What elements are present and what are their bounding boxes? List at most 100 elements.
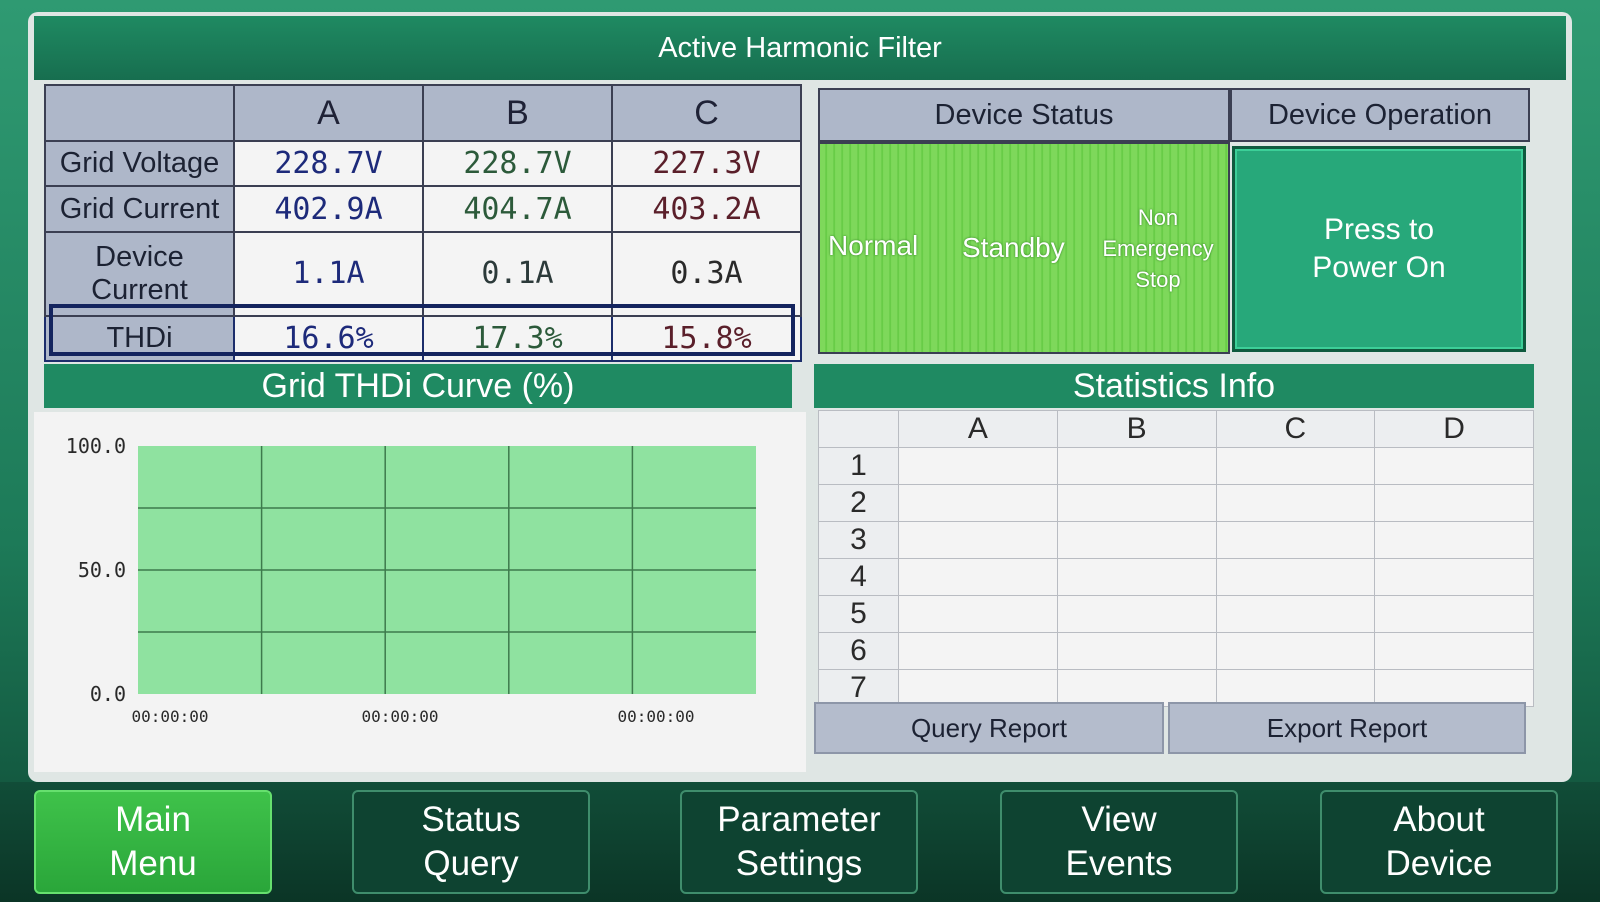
device-current-c: 0.3A [611, 230, 802, 317]
chart-x-tick-label: 00:00:00 [131, 707, 208, 726]
table-cell [1374, 632, 1534, 670]
table-cell [1374, 595, 1534, 633]
column-header-a: A [233, 84, 424, 142]
stats-column-b: B [1056, 410, 1217, 448]
status-normal: Normal [828, 230, 919, 261]
stats-column-d: D [1374, 410, 1534, 448]
table-corner-cell [44, 84, 235, 142]
column-header-c: C [611, 84, 802, 142]
chart-x-tick-label: 00:00:00 [361, 707, 438, 726]
row-label-grid-current: Grid Current [44, 185, 235, 233]
grid-current-b: 404.7A [422, 185, 613, 233]
grid-voltage-c: 227.3V [611, 139, 802, 188]
table-row: 1 [818, 447, 1534, 485]
phase-measurement-table: A B C Grid Voltage 228.7V 228.7V 227.3V … [44, 84, 802, 362]
nav-view-events-label: View Events [1065, 800, 1173, 883]
nav-main-menu-button[interactable]: Main Menu [34, 790, 272, 894]
row-label-thdi: THDi [44, 314, 235, 362]
query-report-button[interactable]: Query Report [814, 702, 1164, 754]
row-number: 7 [818, 669, 899, 707]
bottom-navigation: Main Menu Status Query Parameter Setting… [0, 782, 1600, 902]
table-cell [1215, 632, 1376, 670]
table-cell [1056, 595, 1217, 633]
statistics-title: Statistics Info [814, 364, 1534, 408]
table-cell [1215, 484, 1376, 522]
table-row: 5 [818, 595, 1534, 633]
device-current-b: 0.1A [422, 230, 613, 317]
chart-x-tick-label: 00:00:00 [617, 707, 694, 726]
table-row: 3 [818, 521, 1534, 559]
status-non-emergency-stop: Non Emergency Stop [1102, 205, 1214, 292]
device-status-section: Device Status Device Operation Normal St… [818, 88, 1558, 366]
power-on-button[interactable]: Press to Power On [1232, 146, 1526, 352]
table-cell [1215, 558, 1376, 596]
nav-about-device-label: About Device [1385, 800, 1493, 883]
table-row: 4 [818, 558, 1534, 596]
table-cell [1056, 484, 1217, 522]
nav-parameter-settings-button[interactable]: Parameter Settings [680, 790, 918, 894]
main-panel: Active Harmonic Filter A B C Grid Voltag… [28, 12, 1572, 782]
table-cell [898, 484, 1058, 522]
table-cell [898, 521, 1058, 559]
table-cell [1215, 521, 1376, 559]
table-cell [1374, 521, 1534, 559]
row-label-device-current: Device Current [44, 230, 235, 317]
table-cell [1215, 447, 1376, 485]
device-current-a: 1.1A [233, 230, 424, 317]
table-cell [1374, 558, 1534, 596]
thdi-chart-area: 100.0 50.0 0.0 00:00:00 00:00:00 00:00:00 [34, 412, 806, 772]
power-on-label: Press to Power On [1312, 213, 1446, 284]
row-number: 5 [818, 595, 899, 633]
page-title: Active Harmonic Filter [34, 16, 1566, 80]
table-cell [1215, 669, 1376, 707]
stats-corner-cell [818, 410, 899, 448]
table-cell [898, 558, 1058, 596]
thdi-curve-title: Grid THDi Curve (%) [44, 364, 792, 408]
chart-y-tick-label: 0.0 [90, 682, 126, 706]
table-cell [898, 595, 1058, 633]
table-cell [898, 669, 1058, 707]
nav-view-events-button[interactable]: View Events [1000, 790, 1238, 894]
row-number: 6 [818, 632, 899, 670]
nav-status-query-button[interactable]: Status Query [352, 790, 590, 894]
table-cell [1374, 484, 1534, 522]
nav-parameter-settings-label: Parameter Settings [717, 800, 881, 883]
nav-about-device-button[interactable]: About Device [1320, 790, 1558, 894]
row-number: 4 [818, 558, 899, 596]
grid-voltage-b: 228.7V [422, 139, 613, 188]
hmi-screen: Active Harmonic Filter A B C Grid Voltag… [0, 0, 1600, 902]
table-cell [898, 447, 1058, 485]
export-report-button[interactable]: Export Report [1168, 702, 1526, 754]
row-number: 3 [818, 521, 899, 559]
status-indicator: Normal Standby Non Emergency Stop [818, 142, 1230, 354]
table-cell [1056, 447, 1217, 485]
table-cell [1056, 632, 1217, 670]
nav-main-menu-label: Main Menu [109, 800, 197, 883]
grid-voltage-a: 228.7V [233, 139, 424, 188]
table-row: 2 [818, 484, 1534, 522]
table-cell [1056, 558, 1217, 596]
thdi-a: 16.6% [233, 314, 424, 362]
table-row: 7 [818, 669, 1534, 707]
row-label-grid-voltage: Grid Voltage [44, 139, 235, 188]
table-cell [898, 632, 1058, 670]
table-cell [1056, 669, 1217, 707]
device-operation-header: Device Operation [1230, 88, 1530, 142]
table-cell [1215, 595, 1376, 633]
row-number: 2 [818, 484, 899, 522]
nav-status-query-label: Status Query [421, 800, 521, 883]
column-header-b: B [422, 84, 613, 142]
chart-y-tick-label: 100.0 [66, 434, 126, 458]
stats-column-a: A [898, 410, 1058, 448]
table-cell [1374, 669, 1534, 707]
grid-current-a: 402.9A [233, 185, 424, 233]
stats-column-c: C [1215, 410, 1376, 448]
statistics-table: A B C D 1 2 3 4 5 6 7 [818, 410, 1534, 707]
row-number: 1 [818, 447, 899, 485]
grid-current-c: 403.2A [611, 185, 802, 233]
thdi-chart: 100.0 50.0 0.0 00:00:00 00:00:00 00:00:00 [66, 434, 756, 726]
table-cell [1056, 521, 1217, 559]
thdi-b: 17.3% [422, 314, 613, 362]
device-status-header: Device Status [818, 88, 1230, 142]
table-row: 6 [818, 632, 1534, 670]
